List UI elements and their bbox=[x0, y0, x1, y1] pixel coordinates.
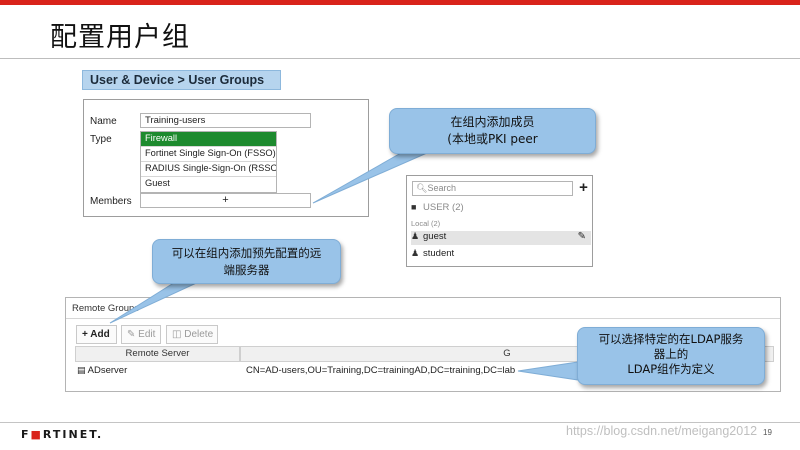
slide-title: 配置用户组 bbox=[50, 22, 190, 53]
add-remote-button[interactable]: + Add bbox=[76, 325, 117, 344]
trash-icon: ◫ bbox=[172, 329, 182, 340]
search-placeholder: Search bbox=[427, 183, 456, 193]
type-option-guest[interactable]: Guest bbox=[141, 177, 276, 192]
group-dn-cell[interactable]: CN=AD-users,OU=Training,DC=trainingAD,DC… bbox=[246, 365, 515, 376]
delete-remote-button[interactable]: ◫ Delete bbox=[166, 325, 218, 344]
callout-text: LDAP组作为定义 bbox=[627, 362, 715, 376]
server-cell[interactable]: ▤ ADserver bbox=[77, 365, 127, 376]
add-label: Add bbox=[90, 329, 110, 340]
member-item-guest[interactable]: ♟︎ guest ✎ bbox=[411, 231, 591, 245]
group-name-input[interactable]: Training-users bbox=[140, 113, 311, 128]
slide-number: 19 bbox=[763, 428, 772, 437]
member-item-student[interactable]: ♟︎ student bbox=[411, 248, 591, 262]
member-name: student bbox=[423, 248, 455, 259]
type-selector[interactable]: Firewall Fortinet Single Sign-On (FSSO) … bbox=[140, 131, 277, 193]
user-group-label: USER (2) bbox=[423, 202, 464, 213]
server-name: ADserver bbox=[87, 365, 128, 376]
local-sub-label: Local (2) bbox=[411, 219, 441, 228]
callout-ldap-groups: 可以选择特定的在LDAP服务 器上的 LDAP组作为定义 bbox=[577, 327, 765, 385]
delete-label: Delete bbox=[184, 329, 214, 340]
members-add-field[interactable]: + bbox=[140, 193, 311, 208]
callout-text: 器上的 bbox=[653, 347, 689, 361]
server-icon: ▤ bbox=[77, 365, 86, 375]
fortinet-logo: F■RTINET. bbox=[21, 428, 104, 441]
blog-watermark: https://blog.csdn.net/meigang2012 bbox=[566, 424, 758, 438]
title-divider bbox=[0, 58, 800, 59]
callout-remote-servers: 可以在组内添加预先配置的远 端服务器 bbox=[152, 239, 341, 284]
user-icon: ♟︎ bbox=[411, 248, 420, 258]
user-group-header[interactable]: ■ USER (2) bbox=[411, 202, 591, 215]
pencil-icon: ✎ bbox=[127, 329, 136, 340]
name-label: Name bbox=[90, 116, 117, 127]
callout-text: (本地或PKI peer bbox=[447, 132, 538, 146]
footer-divider bbox=[0, 422, 800, 423]
type-option-firewall[interactable]: Firewall bbox=[141, 132, 276, 147]
type-label: Type bbox=[90, 134, 112, 145]
edit-pencil-icon[interactable]: ✎ bbox=[578, 231, 586, 242]
plus-icon: + bbox=[82, 329, 88, 340]
picker-add-button[interactable]: + bbox=[576, 180, 591, 196]
column-header-remote-server[interactable]: Remote Server bbox=[75, 346, 240, 362]
collapse-icon[interactable]: ■ bbox=[411, 202, 423, 212]
member-name: guest bbox=[423, 231, 447, 242]
local-subheader: Local (2) bbox=[411, 219, 591, 228]
search-icon: 🔍︎ bbox=[416, 183, 428, 193]
edit-label: Edit bbox=[138, 329, 156, 340]
callout-text: 端服务器 bbox=[223, 263, 270, 277]
callout-text: 可以选择特定的在LDAP服务 bbox=[598, 332, 744, 346]
user-icon: ♟︎ bbox=[411, 231, 420, 241]
edit-remote-button[interactable]: ✎ Edit bbox=[121, 325, 161, 344]
callout-text: 在组内添加成员 bbox=[450, 115, 535, 129]
top-accent-bar bbox=[0, 0, 800, 5]
member-search-input[interactable]: 🔍︎Search bbox=[412, 181, 573, 196]
callout-add-members: 在组内添加成员 (本地或PKI peer bbox=[389, 108, 596, 154]
members-label: Members bbox=[90, 196, 132, 207]
type-option-fsso[interactable]: Fortinet Single Sign-On (FSSO) bbox=[141, 147, 276, 162]
callout-text: 可以在组内添加预先配置的远 bbox=[171, 246, 322, 260]
remote-groups-divider bbox=[66, 318, 780, 319]
breadcrumb[interactable]: User & Device > User Groups bbox=[82, 70, 281, 90]
remote-groups-title: Remote Groups bbox=[72, 303, 140, 314]
type-option-rsso[interactable]: RADIUS Single-Sign-On (RSSO) bbox=[141, 162, 276, 177]
